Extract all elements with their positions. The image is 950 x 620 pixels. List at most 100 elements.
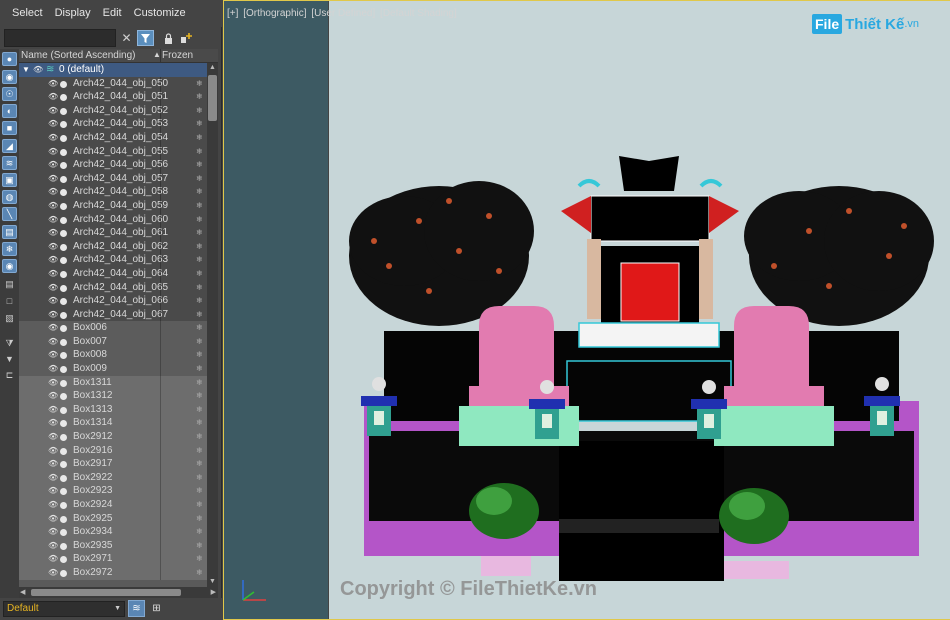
frozen-column-header[interactable]: Frozen <box>162 50 193 61</box>
list-item[interactable]: 👁 Arch42_044_obj_066 ❄ <box>19 294 207 308</box>
list-item[interactable]: 👁 Arch42_044_obj_060 ❄ <box>19 212 207 227</box>
lock-icon[interactable] <box>160 30 177 46</box>
frozen-snowflake-icon[interactable]: ❄ <box>196 457 203 471</box>
frozen-snowflake-icon[interactable]: ❄ <box>196 552 203 566</box>
display-none-filter-icon[interactable]: □ <box>2 295 17 309</box>
frozen-snowflake-icon[interactable]: ❄ <box>196 185 203 199</box>
spacewarps-filter-icon[interactable]: ≋ <box>2 156 17 170</box>
add-to-selection-icon[interactable] <box>178 30 195 46</box>
frozen-snowflake-icon[interactable]: ❄ <box>196 430 203 444</box>
frozen-snowflake-icon[interactable]: ❄ <box>196 389 203 403</box>
visibility-eye-icon[interactable]: 👁 <box>48 566 58 580</box>
frozen-snowflake-icon[interactable]: ❄ <box>196 321 203 335</box>
list-item[interactable]: 👁 Arch42_044_obj_058 ❄ <box>19 185 207 199</box>
frozen-snowflake-icon[interactable]: ❄ <box>196 158 203 172</box>
frozen-snowflake-icon[interactable]: ❄ <box>196 416 203 430</box>
list-item[interactable]: 👁 Arch42_044_obj_061 ❄ <box>19 226 207 240</box>
visibility-eye-icon[interactable]: 👁 <box>48 308 58 322</box>
visibility-eye-icon[interactable]: 👁 <box>48 416 58 430</box>
visibility-eye-icon[interactable]: 👁 <box>48 362 58 376</box>
visibility-eye-icon[interactable]: 👁 <box>48 145 58 159</box>
scroll-up-icon[interactable]: ▲ <box>207 63 218 73</box>
frozen-snowflake-icon[interactable]: ❄ <box>196 484 203 498</box>
bones-filter-icon[interactable]: ╲ <box>2 207 17 221</box>
visibility-eye-icon[interactable]: 👁 <box>48 389 58 403</box>
list-item[interactable]: 👁 Box2917 ❄ <box>19 457 207 471</box>
frozen-snowflake-icon[interactable]: ❄ <box>196 566 203 580</box>
list-item[interactable]: 👁 Arch42_044_obj_057 ❄ <box>19 171 207 186</box>
frozen-snowflake-icon[interactable]: ❄ <box>196 525 203 539</box>
visibility-eye-icon[interactable]: 👁 <box>48 539 58 553</box>
list-item[interactable]: 👁 Arch42_044_obj_051 ❄ <box>19 90 207 104</box>
frozen-snowflake-icon[interactable]: ❄ <box>196 376 203 390</box>
frozen-snowflake-icon[interactable]: ❄ <box>196 335 203 349</box>
list-item[interactable]: 👁 Arch42_044_obj_052 ❄ <box>19 103 207 118</box>
geometry-filter-icon[interactable]: ◉ <box>2 70 17 84</box>
frozen-snowflake-icon[interactable]: ❄ <box>196 226 203 240</box>
shapes-filter-icon[interactable]: ☉ <box>2 87 17 101</box>
frozen-snowflake-icon[interactable]: ❄ <box>196 512 203 526</box>
name-column-header[interactable]: Name (Sorted Ascending) <box>21 50 136 61</box>
visibility-eye-icon[interactable]: 👁 <box>48 348 58 362</box>
display-none-icon[interactable]: ● <box>2 52 17 66</box>
visibility-eye-icon[interactable]: 👁 <box>48 77 58 91</box>
visibility-eye-icon[interactable]: 👁 <box>48 512 58 526</box>
menu-display[interactable]: Display <box>49 0 97 27</box>
visibility-eye-icon[interactable]: 👁 <box>48 131 58 145</box>
list-item[interactable]: 👁 Arch42_044_obj_056 ❄ <box>19 158 207 172</box>
list-item[interactable]: 👁 Box2972 ❄ <box>19 565 207 580</box>
list-item[interactable]: 👁 Arch42_044_obj_067 ❄ <box>19 307 207 322</box>
list-item[interactable]: 👁 Box2912 ❄ <box>19 430 207 444</box>
frozen-snowflake-icon[interactable]: ❄ <box>196 240 203 254</box>
layer-dropdown[interactable]: Default ▼ <box>3 601 125 617</box>
list-item[interactable]: 👁 Arch42_044_obj_064 ❄ <box>19 266 207 281</box>
scroll-right-icon[interactable]: ▶ <box>211 587 216 598</box>
visibility-eye-icon[interactable]: 👁 <box>48 199 58 213</box>
list-item[interactable]: 👁 Arch42_044_obj_065 ❄ <box>19 280 207 295</box>
menu-edit[interactable]: Edit <box>97 0 128 27</box>
list-item[interactable]: 👁 Box1314 ❄ <box>19 416 207 431</box>
visibility-eye-icon[interactable]: 👁 <box>48 253 58 267</box>
scroll-down-icon[interactable]: ▼ <box>207 577 218 587</box>
list-item[interactable]: 👁 Box2922 ❄ <box>19 470 207 485</box>
frozen-snowflake-icon[interactable]: ❄ <box>196 539 203 553</box>
visibility-eye-icon[interactable]: 👁 <box>48 294 58 308</box>
visibility-eye-icon[interactable]: 👁 <box>48 213 58 227</box>
hidden-filter-icon[interactable]: ◉ <box>2 259 17 273</box>
list-item[interactable]: 👁 Box006 ❄ <box>19 321 207 335</box>
sort-by-hierarchy-icon[interactable]: ⊞ <box>148 600 165 617</box>
frozen-snowflake-icon[interactable]: ❄ <box>196 104 203 118</box>
visibility-eye-icon[interactable]: 👁 <box>48 226 58 240</box>
visibility-eye-icon[interactable]: 👁 <box>48 376 58 390</box>
visibility-eye-icon[interactable]: 👁 <box>48 158 58 172</box>
expand-arrow-icon[interactable]: ▼ <box>22 63 30 77</box>
list-item[interactable]: 👁 Arch42_044_obj_062 ❄ <box>19 239 207 254</box>
frozen-snowflake-icon[interactable]: ❄ <box>196 199 203 213</box>
viewport-shading-mode[interactable]: [Default Shading] <box>380 8 457 19</box>
list-item[interactable]: 👁 Arch42_044_obj_059 ❄ <box>19 198 207 213</box>
visibility-eye-icon[interactable]: 👁 <box>48 525 58 539</box>
vertical-scrollbar[interactable]: ▲ ▼ <box>207 63 218 587</box>
display-all-icon[interactable]: ▤ <box>2 278 17 292</box>
list-item[interactable]: 👁 Box2935 ❄ <box>19 538 207 553</box>
xrefs-filter-icon[interactable]: ◍ <box>2 190 17 204</box>
visibility-eye-icon[interactable]: 👁 <box>48 430 58 444</box>
list-item[interactable]: 👁 Arch42_044_obj_050 ❄ <box>19 76 207 91</box>
lights-filter-icon[interactable]: ◐ <box>2 104 17 118</box>
visibility-eye-icon[interactable]: 👁 <box>48 471 58 485</box>
viewport-canvas[interactable] <box>329 1 950 619</box>
visibility-eye-icon[interactable]: 👁 <box>48 185 58 199</box>
list-item[interactable]: 👁 Box009 ❄ <box>19 362 207 376</box>
frozen-snowflake-icon[interactable]: ❄ <box>196 403 203 417</box>
frozen-snowflake-icon[interactable]: ❄ <box>196 444 203 458</box>
helpers-filter-icon[interactable]: ◢ <box>2 139 17 153</box>
visibility-eye-icon[interactable]: 👁 <box>48 457 58 471</box>
visibility-eye-icon[interactable]: 👁 <box>48 321 58 335</box>
visibility-eye-icon[interactable]: 👁 <box>48 281 58 295</box>
invert-display-icon[interactable]: ▧ <box>2 312 17 326</box>
visibility-eye-icon[interactable]: 👁 <box>48 240 58 254</box>
visibility-eye-icon[interactable]: 👁 <box>48 90 58 104</box>
frozen-snowflake-icon[interactable]: ❄ <box>196 117 203 131</box>
list-item[interactable]: 👁 Box1311 ❄ <box>19 375 207 390</box>
visibility-eye-icon[interactable]: 👁 <box>48 444 58 458</box>
